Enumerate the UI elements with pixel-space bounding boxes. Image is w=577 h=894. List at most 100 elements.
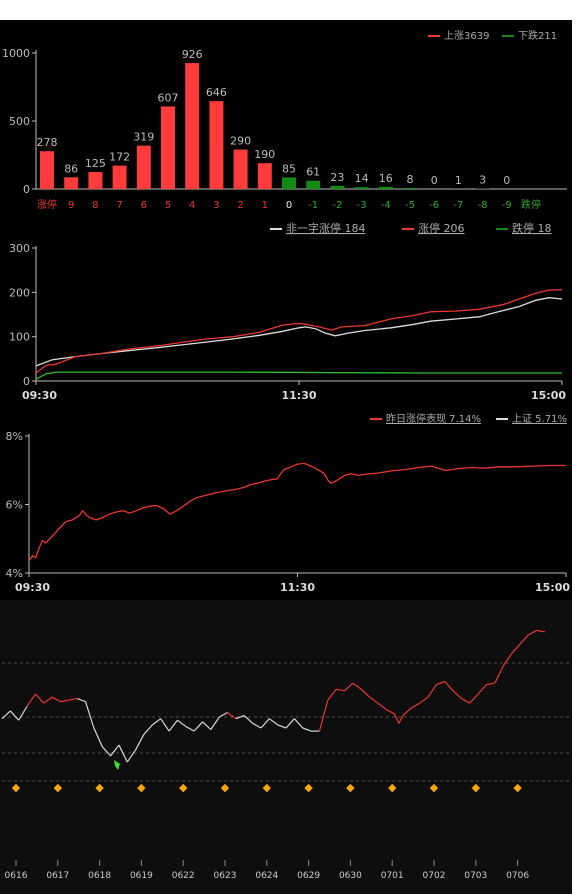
distribution-panel: 上涨3639 下跌211 0 500 1000 涨停 9 8 7 6 5 4 3 2 1 0 -1 -2 -3 -4 -… [0,20,572,222]
legend-label: 下跌211 [518,29,557,42]
series-segment [160,718,170,732]
series-segment [360,688,370,698]
series-segment [444,681,454,692]
series-segment [101,746,112,757]
series-segment [252,722,262,729]
data-label: 125 [85,157,106,170]
data-label: 646 [206,86,227,99]
data-label: 290 [230,135,251,148]
diamond-marker: ◆ [54,781,63,794]
limit-up-panel: 非一字涨停 184 涨停 206 跌停 18 0 100 200 300 09:30 11:30… [0,222,572,405]
bar [330,185,345,189]
series-segment [327,688,337,701]
data-label: 0 [431,174,438,187]
diamond-marker: ◆ [12,781,21,794]
x-tick-label: 0619 [130,871,153,881]
series-segment [185,725,195,732]
series-segment [536,629,546,633]
series-segment [84,701,95,729]
legend-label: 涨停 206 [418,222,465,235]
x-tick-label: 0703 [464,871,487,881]
legend-label: 非一字涨停 184 [286,222,366,235]
y-tick-label: 0 [23,375,30,388]
bar [40,151,54,189]
series-line [35,371,562,380]
x-tick-label: -2 [332,200,342,211]
x-tick-label: 1 [262,200,268,211]
series-segment [68,697,78,701]
legend-label: 上证 5.71% [512,413,567,425]
bar [88,172,103,189]
bar [233,149,248,189]
diamond-marker: ◆ [513,781,522,794]
data-label: 0 [503,174,510,187]
x-tick-label: 0630 [339,871,362,881]
series-segment [461,698,471,704]
series-segment [452,690,462,699]
x-tick-label: 0 [286,200,292,211]
x-tick-label: 15:00 [531,389,566,402]
y-tick-label: 0 [23,183,30,196]
legend-label: 昨日涨停表现 7.14% [386,412,481,425]
data-label: 1 [455,174,462,187]
data-label: 61 [306,166,320,179]
series-segment [193,721,203,732]
bar [282,177,296,189]
series-segment [427,684,437,698]
x-tick-label: 15:00 [535,581,570,594]
x-tick-label: 0624 [255,871,278,881]
x-tick-label: 11:30 [280,581,315,594]
diamond-marker: ◆ [137,781,146,794]
x-tick-label: -1 [308,200,318,211]
distribution-bar-chart: 上涨3639 下跌211 0 500 1000 涨停 9 8 7 6 5 4 3 2 1 0 -1 -2 -3 -4 -… [2,29,567,211]
series-segment [268,718,279,726]
series-segment [318,699,329,732]
series-segment [26,693,36,707]
x-tick-label: 涨停 [37,198,57,211]
x-tick-label: 0622 [172,871,195,881]
bar [185,63,200,190]
series-segment [469,693,479,704]
data-label: 23 [330,171,344,184]
data-label: 16 [379,172,393,185]
x-tick-label: 9 [68,200,74,211]
y-tick-label: 300 [9,242,30,255]
x-tick-label: 09:30 [22,389,57,402]
data-label: 926 [182,48,203,61]
y-tick-label: 200 [9,286,30,299]
legend-label: 跌停 18 [512,222,552,235]
series-segment [293,718,304,729]
series-segment [519,634,529,645]
y-tick-label: 6% [6,499,23,512]
series-segment [118,744,128,763]
y-tick-label: 4% [6,567,23,580]
data-label: 172 [109,151,130,164]
x-tick-label: 09:30 [15,581,50,594]
bar [64,177,79,189]
limit-up-line-chart: 非一字涨停 184 涨停 206 跌停 18 0 100 200 300 09:30 11:30… [9,222,566,402]
x-tick-label: 7 [116,200,122,211]
series-segment [486,682,495,686]
sentiment-panel: ◆ ◆ ◆ ◆ ◆ ◆ ◆ ◆ ◆ ◆ ◆ ◆ ◆ 0616 0617 0618 0619 0622 0623 062… [0,600,572,894]
bar [257,163,272,189]
diamond-marker: ◆ [304,781,313,794]
diamond-marker: ◆ [346,781,355,794]
series-segment [385,708,395,715]
series-segment [394,713,400,724]
series-segment [51,696,61,703]
bar [161,106,175,189]
series-segment [369,696,379,704]
x-tick-label: -8 [478,200,488,211]
series-segment [9,710,20,721]
bar [306,180,321,189]
legend-label: 上涨3639 [444,30,489,42]
series-segment [76,697,86,703]
yesterday-limit-line-chart: 昨日涨停表现 7.14% 上证 5.71% 4% 6% 8% 09:30 11:30 15:0… [6,412,571,594]
series-segment [227,712,237,720]
yesterday-limit-panel: 昨日涨停表现 7.14% 上证 5.71% 4% 6% 8% 09:30 11:30 15:0… [0,405,572,600]
series-segment [135,733,145,750]
series-segment [218,711,228,718]
x-tick-label: -6 [429,200,439,211]
series-segment [402,707,412,717]
bar [378,186,393,189]
